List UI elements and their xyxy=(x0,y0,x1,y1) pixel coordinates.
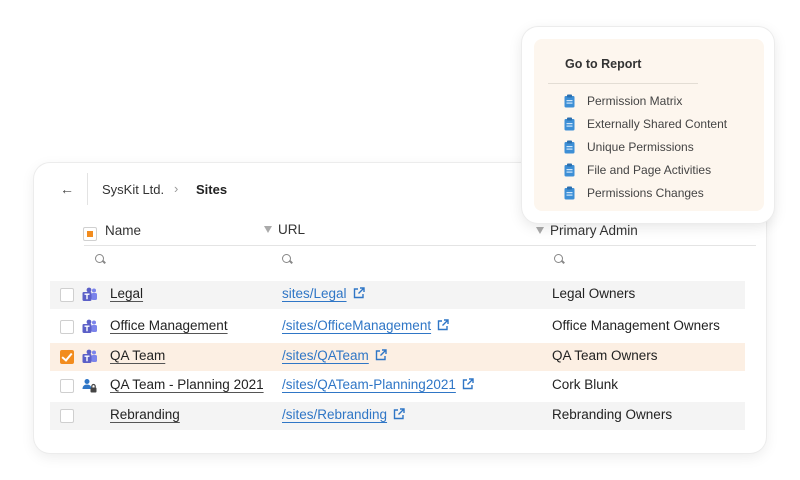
table-row[interactable]: QA Team/sites/QATeam QA Team Owners xyxy=(50,343,745,371)
select-all-checkbox[interactable] xyxy=(83,227,97,241)
site-url-text: /sites/Rebranding xyxy=(282,407,388,422)
report-item[interactable]: Externally Shared Content xyxy=(564,117,727,137)
site-url-text: /sites/QATeam-Planning2021 xyxy=(282,377,456,392)
external-link-icon[interactable] xyxy=(375,349,387,361)
site-url-link[interactable]: /sites/Rebranding xyxy=(282,407,405,422)
site-name-link[interactable]: Legal xyxy=(110,286,143,301)
clipboard-icon xyxy=(564,140,575,154)
primary-admin: Office Management Owners xyxy=(552,318,720,333)
report-item[interactable]: Permissions Changes xyxy=(564,186,704,206)
row-checkbox[interactable] xyxy=(60,379,74,393)
clipboard-icon xyxy=(564,94,575,108)
report-item-label: Permissions Changes xyxy=(587,186,704,200)
search-icon[interactable] xyxy=(282,254,291,263)
report-item[interactable]: Unique Permissions xyxy=(564,140,694,160)
report-panel: Go to Report Permission Matrix Externally… xyxy=(534,39,764,211)
breadcrumb-root[interactable]: SysKit Ltd. xyxy=(102,182,164,197)
site-url-text: /sites/OfficeManagement xyxy=(282,318,432,333)
site-name-link[interactable]: Rebranding xyxy=(110,407,180,422)
teams-icon xyxy=(82,319,98,335)
site-url-link[interactable]: /sites/OfficeManagement xyxy=(282,318,449,333)
external-link-icon[interactable] xyxy=(437,319,449,331)
primary-admin: Legal Owners xyxy=(552,286,636,301)
private-group-icon xyxy=(82,378,98,394)
search-icon[interactable] xyxy=(95,254,104,263)
filter-icon[interactable] xyxy=(264,226,272,233)
row-checkbox[interactable] xyxy=(60,350,74,364)
primary-admin: Rebranding Owners xyxy=(552,407,673,422)
report-item[interactable]: File and Page Activities xyxy=(564,163,711,183)
primary-admin: Cork Blunk xyxy=(552,377,619,392)
report-item-label: Permission Matrix xyxy=(587,94,683,108)
teams-icon xyxy=(82,287,98,303)
filter-icon[interactable] xyxy=(536,227,544,234)
report-item-label: Unique Permissions xyxy=(587,140,694,154)
teams-icon xyxy=(82,349,98,365)
site-url-link[interactable]: sites/Legal xyxy=(282,286,365,301)
site-url-link[interactable]: /sites/QATeam-Planning2021 xyxy=(282,377,474,392)
back-arrow-icon[interactable]: ← xyxy=(60,181,74,197)
table-row[interactable]: Legal sites/Legal Legal Owners xyxy=(50,281,745,309)
column-header-admin-label: Primary Admin xyxy=(550,223,638,238)
external-link-icon[interactable] xyxy=(353,287,365,299)
column-header-name[interactable]: Name xyxy=(105,223,141,238)
site-name-link[interactable]: QA Team xyxy=(110,348,165,363)
external-link-icon[interactable] xyxy=(462,378,474,390)
table-row[interactable]: QA Team - Planning 2021/sites/QATeam-Pla… xyxy=(50,372,745,400)
column-header-url-label: URL xyxy=(278,222,306,237)
row-checkbox[interactable] xyxy=(60,288,74,302)
header-divider xyxy=(84,245,756,246)
site-url-text: /sites/QATeam xyxy=(282,348,369,363)
report-item-label: Externally Shared Content xyxy=(587,117,728,131)
go-to-report-popup: Go to Report Permission Matrix Externally… xyxy=(522,27,774,223)
chevron-right-icon: › xyxy=(174,181,179,196)
report-divider xyxy=(548,83,698,84)
report-title: Go to Report xyxy=(565,57,642,71)
clipboard-icon xyxy=(564,163,575,177)
column-header-url[interactable]: URL xyxy=(264,222,305,237)
column-header-primary-admin[interactable]: Primary Admin xyxy=(536,223,638,238)
clipboard-icon xyxy=(564,117,575,131)
breadcrumb-current: Sites xyxy=(196,182,228,197)
row-checkbox[interactable] xyxy=(60,320,74,334)
site-name-link[interactable]: QA Team - Planning 2021 xyxy=(110,377,264,392)
table-row[interactable]: Office Management/sites/OfficeManagement… xyxy=(50,313,745,341)
breadcrumb-divider xyxy=(87,173,88,205)
row-checkbox[interactable] xyxy=(60,409,74,423)
site-url-link[interactable]: /sites/QATeam xyxy=(282,348,387,363)
primary-admin: QA Team Owners xyxy=(552,348,658,363)
report-item[interactable]: Permission Matrix xyxy=(564,94,682,114)
report-item-label: File and Page Activities xyxy=(587,163,712,177)
external-link-icon[interactable] xyxy=(393,408,405,420)
table-row[interactable]: Rebranding/sites/Rebranding Rebranding Ow… xyxy=(50,402,745,430)
site-name-link[interactable]: Office Management xyxy=(110,318,228,333)
clipboard-icon xyxy=(564,186,575,200)
search-icon[interactable] xyxy=(554,254,563,263)
site-url-text: sites/Legal xyxy=(282,286,347,301)
